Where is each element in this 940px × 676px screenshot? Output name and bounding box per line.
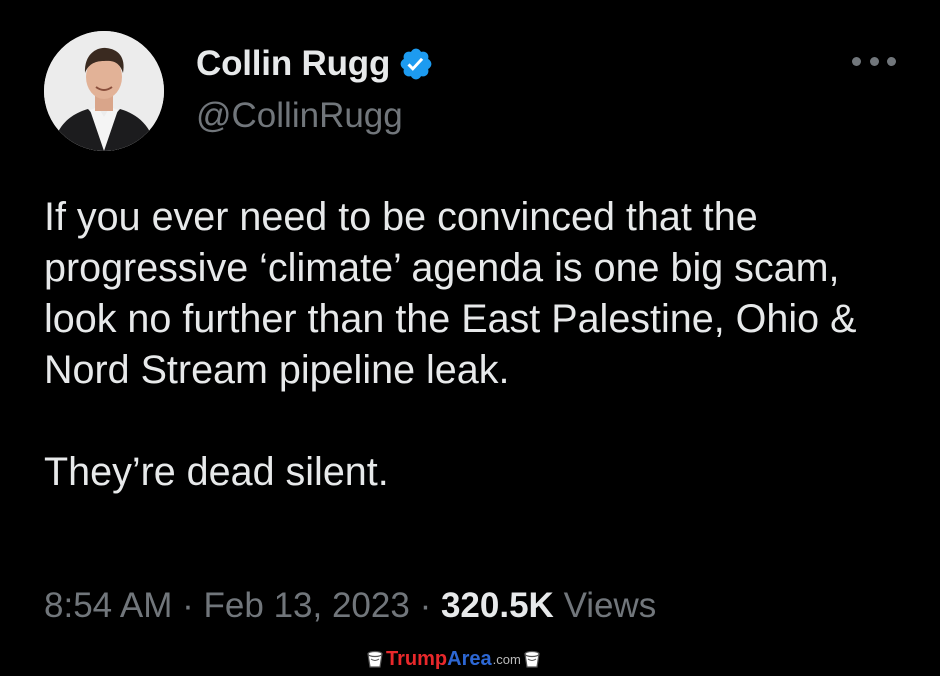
watermark-area: Area bbox=[447, 647, 492, 670]
tweet-date[interactable]: Feb 13, 2023 bbox=[204, 586, 410, 625]
meta-separator: · bbox=[419, 586, 432, 625]
views-label: Views bbox=[563, 586, 657, 625]
watermark: Trump Area .com bbox=[364, 647, 543, 671]
meta-separator: · bbox=[182, 586, 194, 625]
author-handle[interactable]: @CollinRugg bbox=[196, 96, 403, 136]
avatar[interactable] bbox=[44, 31, 164, 151]
author-name-row: Collin Rugg bbox=[196, 44, 434, 84]
more-dot bbox=[887, 56, 896, 66]
cup-icon bbox=[521, 648, 543, 670]
author-display-name[interactable]: Collin Rugg bbox=[196, 44, 390, 84]
more-options-icon[interactable] bbox=[852, 54, 896, 68]
more-dot bbox=[852, 56, 861, 66]
tweet-metadata: 8:54 AM · Feb 13, 2023 · 320.5K Views bbox=[44, 586, 656, 626]
verified-badge-icon bbox=[398, 46, 434, 82]
tweet-time[interactable]: 8:54 AM bbox=[44, 586, 172, 625]
more-dot bbox=[869, 56, 879, 66]
profile-photo bbox=[44, 31, 164, 151]
views-count[interactable]: 320.5K bbox=[441, 586, 554, 625]
tweet-paragraph: They’re dead silent. bbox=[44, 450, 389, 494]
tweet-paragraph: If you ever need to be convinced that th… bbox=[44, 195, 857, 392]
watermark-trump: Trump bbox=[386, 647, 448, 670]
tweet-text: If you ever need to be convinced that th… bbox=[44, 192, 904, 498]
cup-icon bbox=[364, 648, 386, 670]
watermark-com: .com bbox=[492, 651, 521, 667]
